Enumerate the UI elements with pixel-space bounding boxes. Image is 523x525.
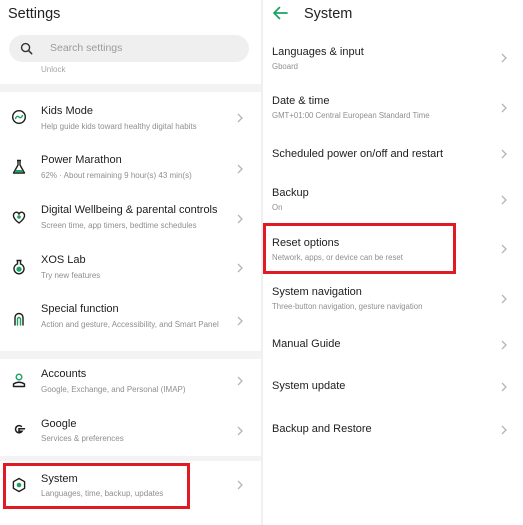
item-label: Accounts <box>41 368 87 380</box>
item-subtitle: Google, Exchange, and Personal (IMAP) <box>41 385 186 394</box>
item-label: Scheduled power on/off and restart <box>272 148 444 160</box>
item-label: Special function <box>41 303 119 315</box>
lab-flask-icon <box>13 259 25 275</box>
wellbeing-heart-icon <box>12 211 26 224</box>
settings-item-digital-wellbeing[interactable]: Digital Wellbeing & parental controls Sc… <box>0 194 261 244</box>
chevron-right-icon <box>237 426 243 436</box>
section-divider <box>0 84 261 92</box>
chevron-right-icon <box>501 425 507 435</box>
item-label: Backup and Restore <box>272 423 372 435</box>
gesture-hand-icon <box>14 312 24 326</box>
item-label: System update <box>272 380 346 392</box>
settings-item-special-function[interactable]: Special function Action and gesture, Acc… <box>0 293 261 351</box>
item-subtitle: Three-button navigation, gesture navigat… <box>272 302 423 311</box>
item-subtitle: 62% · About remaining 9 hour(s) 43 min(s… <box>41 171 192 180</box>
chevron-right-icon <box>501 53 507 63</box>
settings-item-accounts[interactable]: Accounts Google, Exchange, and Personal … <box>0 359 261 406</box>
chevron-right-icon <box>501 294 507 304</box>
chevron-right-icon <box>237 113 243 123</box>
item-subtitle: GMT+01:00 Central European Standard Time <box>272 111 430 120</box>
account-person-icon <box>12 373 26 388</box>
chevron-right-icon <box>501 382 507 392</box>
item-label: Date & time <box>272 95 330 107</box>
settings-item-power-marathon[interactable]: Power Marathon 62% · About remaining 9 h… <box>0 144 261 194</box>
chevron-right-icon <box>237 214 243 224</box>
item-subtitle: Gboard <box>272 62 299 71</box>
item-label: Digital Wellbeing & parental controls <box>41 204 218 216</box>
item-label: XOS Lab <box>41 254 86 266</box>
chevron-right-icon <box>501 244 507 254</box>
item-label: Kids Mode <box>41 105 93 117</box>
settings-title: Settings <box>8 6 61 22</box>
system-item-date-time[interactable]: Date & time GMT+01:00 Central European S… <box>263 83 523 133</box>
item-subtitle: Try new features <box>41 271 101 280</box>
item-label: Manual Guide <box>272 338 341 350</box>
chevron-right-icon <box>501 195 507 205</box>
item-label: Google <box>41 418 77 430</box>
chevron-right-icon <box>501 340 507 350</box>
kids-mode-icon <box>11 109 27 125</box>
system-item-backup-restore[interactable]: Backup and Restore <box>263 408 523 450</box>
item-label: Backup <box>272 187 309 199</box>
settings-item-kids-mode[interactable]: Kids Mode Help guide kids toward healthy… <box>0 92 261 144</box>
system-pane: System Languages & input Gboard Date & t… <box>263 0 523 525</box>
system-item-backup[interactable]: Backup On <box>263 176 523 224</box>
flask-icon <box>12 159 26 174</box>
chevron-right-icon <box>237 263 243 273</box>
chevron-right-icon <box>237 316 243 326</box>
chevron-right-icon <box>237 480 243 490</box>
search-icon <box>20 42 33 55</box>
system-highlight-box <box>3 463 190 509</box>
back-arrow-icon[interactable] <box>272 6 288 20</box>
chevron-right-icon <box>237 376 243 386</box>
item-label: Languages & input <box>272 46 364 58</box>
settings-item-xos-lab[interactable]: XOS Lab Try new features <box>0 244 261 293</box>
item-subtitle: Services & preferences <box>41 434 124 443</box>
item-subtitle: Action and gesture, Accessibility, and S… <box>41 320 219 329</box>
settings-item-google[interactable]: Google Services & preferences <box>0 406 261 456</box>
search-input[interactable]: Search settings <box>9 35 249 62</box>
chevron-right-icon <box>237 164 243 174</box>
item-subtitle: Help guide kids toward healthy digital h… <box>41 122 197 131</box>
system-item-languages-input[interactable]: Languages & input Gboard <box>263 33 523 83</box>
settings-pane: Settings Search settings Unlock Kids Mod… <box>0 0 261 525</box>
unlock-item-peek: Unlock <box>41 65 66 74</box>
item-label: System navigation <box>272 286 362 298</box>
chevron-right-icon <box>501 103 507 113</box>
search-placeholder: Search settings <box>50 42 123 54</box>
section-divider <box>0 351 261 359</box>
chevron-right-icon <box>501 149 507 159</box>
reset-options-highlight-box <box>263 223 456 274</box>
system-item-scheduled-power[interactable]: Scheduled power on/off and restart <box>263 133 523 176</box>
item-label: Power Marathon <box>41 154 122 166</box>
system-title: System <box>304 6 353 22</box>
item-subtitle: On <box>272 203 283 212</box>
system-item-manual-guide[interactable]: Manual Guide <box>263 324 523 366</box>
google-g-icon <box>14 424 26 434</box>
item-subtitle: Screen time, app timers, bedtime schedul… <box>41 221 197 230</box>
system-item-system-navigation[interactable]: System navigation Three-button navigatio… <box>263 274 523 324</box>
system-item-system-update[interactable]: System update <box>263 366 523 408</box>
